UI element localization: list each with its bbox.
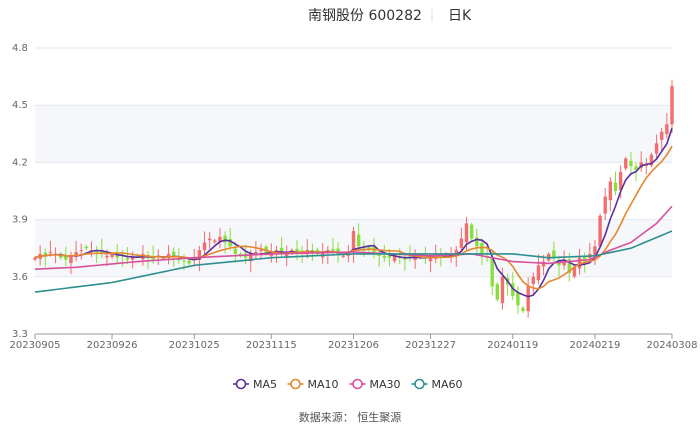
- x-tick-label: 20231227: [405, 340, 456, 351]
- candle-body: [105, 255, 109, 258]
- candle-body: [48, 252, 53, 254]
- candle-body: [629, 160, 633, 167]
- candle-body: [459, 238, 464, 248]
- candle-body: [526, 286, 530, 312]
- candle-body: [531, 276, 535, 285]
- candle-body: [84, 246, 89, 249]
- x-tick-label: 20240219: [569, 340, 620, 351]
- legend-marker-icon: [352, 378, 363, 390]
- y-tick-label: 4.8: [12, 43, 28, 54]
- candle-body: [495, 284, 500, 300]
- x-tick-label: 20230905: [10, 340, 61, 351]
- candle-body: [521, 307, 525, 312]
- candle-body: [125, 258, 130, 260]
- legend-label: MA60: [432, 378, 463, 391]
- candle-body: [613, 182, 618, 191]
- candle-body: [213, 240, 217, 243]
- data-source: 数据来源： 恒生聚源: [299, 410, 402, 424]
- period-label[interactable]: 日K: [448, 8, 472, 24]
- candle-body: [259, 250, 263, 252]
- x-tick-label: 20231115: [246, 340, 297, 351]
- legend-marker-icon: [290, 378, 301, 390]
- candle-body: [356, 234, 361, 247]
- candle-body: [654, 143, 659, 154]
- x-tick-label: 20240119: [487, 340, 538, 351]
- candle-body: [500, 276, 505, 304]
- legend-label: MA5: [253, 378, 277, 391]
- x-tick-label: 20231206: [328, 340, 379, 351]
- candle-body: [464, 223, 469, 243]
- candle-body: [233, 248, 238, 254]
- candle-body: [182, 260, 186, 262]
- candle-body: [490, 257, 494, 287]
- candle-body: [79, 250, 83, 252]
- candle-body: [382, 255, 387, 258]
- candle-body: [598, 215, 602, 247]
- x-tick-label: 20230926: [87, 340, 138, 351]
- candle-body: [187, 260, 191, 264]
- candle-body: [387, 255, 392, 258]
- candle-body: [207, 238, 212, 241]
- chart-title: 南钢股份 600282: [308, 8, 422, 24]
- legend-label: MA30: [370, 378, 401, 391]
- legend-label: MA10: [308, 378, 339, 391]
- y-tick-label: 3.9: [12, 215, 28, 226]
- legend-item-ma5[interactable]: MA5: [233, 378, 277, 391]
- legend-item-ma60[interactable]: MA60: [411, 378, 463, 391]
- candle-body: [552, 250, 556, 258]
- candle-body: [480, 242, 484, 254]
- legend-marker-icon: [235, 378, 247, 390]
- candle-body: [660, 131, 664, 140]
- candle-body: [69, 255, 73, 264]
- candlestick-chart: 3.3 3.6 3.9 4.2 4.5 4.8 20230905 20230926 20231…: [10, 8, 698, 424]
- candle-body: [603, 196, 607, 214]
- candle-body: [670, 86, 674, 125]
- legend-marker-icon: [414, 378, 425, 390]
- candle-body: [341, 255, 345, 257]
- candle-body: [172, 251, 176, 256]
- y-tick-label: 3.6: [12, 272, 28, 283]
- grid-band: [35, 105, 672, 163]
- candle-body: [608, 181, 613, 201]
- y-tick-label: 4.2: [12, 157, 28, 168]
- candle-body: [665, 124, 669, 135]
- candle-body: [516, 292, 520, 306]
- legend-item-ma10[interactable]: MA10: [287, 378, 339, 391]
- x-tick-label: 20240308: [647, 340, 698, 351]
- y-tick-label: 3.3: [12, 329, 28, 340]
- candle-body: [536, 265, 541, 281]
- candle-body: [624, 158, 628, 169]
- candle-body: [130, 257, 135, 260]
- candle-body: [223, 235, 227, 243]
- candle-body: [110, 253, 114, 257]
- candle-body: [202, 242, 207, 251]
- legend-item-ma30[interactable]: MA30: [349, 378, 401, 391]
- x-tick-label: 20231025: [169, 340, 220, 351]
- candle-body: [469, 224, 474, 239]
- y-tick-label: 4.5: [12, 100, 28, 111]
